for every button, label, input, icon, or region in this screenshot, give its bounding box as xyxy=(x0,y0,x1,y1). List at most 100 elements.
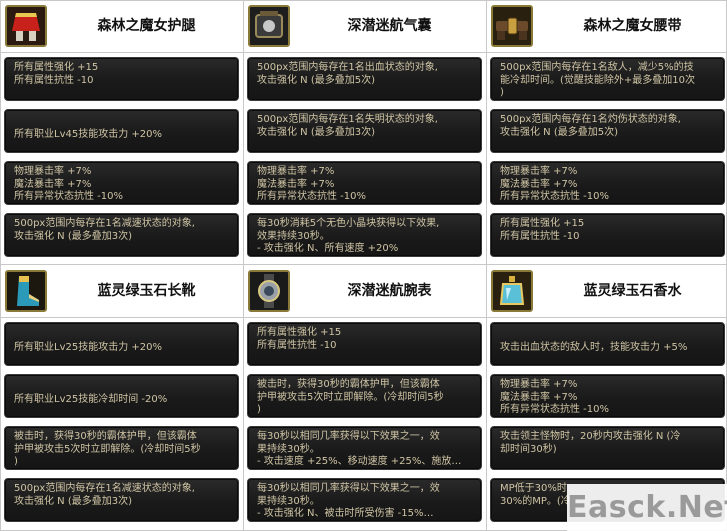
set-bonus-text: ) xyxy=(14,456,18,467)
set-bonus-panel: 被击时，获得30秒的霸体护甲，但该霸体 护甲被攻击5次时立即解除。(冷却时间5秒) xyxy=(247,374,482,418)
column-3: 森林之魔女腰带 500px范围内每存在1名敌人，减少5%的技 能冷却时间。(觉醒技能… xyxy=(487,0,727,531)
column-2: 深潜迷航气囊 500px范围内每存在1名出血状态的对象, 攻击强化 N (最多叠加5… xyxy=(244,0,485,531)
set-bonus-text: 所有属性强化 +15 xyxy=(257,327,342,338)
set-bonus-panel: 每30秒以相同几率获得以下效果之一，效 果持续30秒。 - 攻击强化 N、被击时所受… xyxy=(247,478,482,522)
item-header: 深潜迷航气囊 xyxy=(244,0,485,52)
set-bonus-row: 每30秒以相同几率获得以下效果之一，效 果持续30秒。 - 攻击速度 +25%、移动… xyxy=(244,423,485,473)
set-bonus-text: 每30秒消耗5个无色小晶块获得以下效果, xyxy=(257,218,440,229)
set-bonus-row: 500px范围内每存在1名出血状态的对象, 攻击强化 N (最多叠加5次) xyxy=(244,54,485,104)
set-bonus-text: 效果持续30秒。 xyxy=(257,230,330,242)
set-bonus-row: 物理暴击率 +7% 魔法暴击率 +7% 所有异常状态抗性 -10% xyxy=(487,371,727,421)
set-bonus-text: 所有职业Lv25技能冷却时间 -20% xyxy=(14,394,168,405)
set-bonus-row: 所有属性强化 +15 所有属性抗性 -10 xyxy=(1,54,242,104)
set-bonus-row: 500px范围内每存在1名敌人，减少5%的技 能冷却时间。(觉醒技能除外+最多叠加… xyxy=(487,54,727,104)
witch-belt-icon[interactable] xyxy=(491,5,533,47)
set-bonus-text: 所有属性强化 +15 xyxy=(14,62,99,73)
set-bonus-row: 所有职业Lv45技能攻击力 +20% xyxy=(1,106,242,156)
set-bonus-panel: 所有职业Lv45技能攻击力 +20% xyxy=(4,109,239,153)
grid-divider xyxy=(0,0,727,1)
set-bonus-panel: 500px范围内每存在1名出血状态的对象, 攻击强化 N (最多叠加5次) xyxy=(247,57,482,101)
set-bonus-panel: 所有职业Lv25技能攻击力 +20% xyxy=(4,322,239,366)
set-bonus-panel: 物理暴击率 +7% 魔法暴击率 +7% 所有异常状态抗性 -10% xyxy=(4,161,239,205)
set-bonus-row: 所有属性强化 +15 所有属性抗性 -10 xyxy=(487,210,727,260)
set-bonus-row: 被击时，获得30秒的霸体护甲，但该霸体 护甲被攻击5次时立即解除。(冷却时间5秒) xyxy=(244,371,485,421)
jade-perfume-icon[interactable] xyxy=(491,270,533,312)
set-bonus-text: 魔法暴击率 +7% xyxy=(500,391,578,403)
grid-divider xyxy=(486,0,487,531)
set-bonus-text: 攻击强化 N (最多叠加3次) xyxy=(257,126,376,138)
set-bonus-row: 500px范围内每存在1名失明状态的对象, 攻击强化 N (最多叠加3次) xyxy=(244,106,485,156)
set-bonus-text: - 攻击强化 N、被击时所受伤害 -15%… xyxy=(257,508,434,519)
item-header: 森林之魔女护腿 xyxy=(1,0,242,52)
set-bonus-panel: 所有属性强化 +15 所有属性抗性 -10 xyxy=(490,213,725,257)
grid-divider xyxy=(0,0,1,531)
set-bonus-panel: 每30秒以相同几率获得以下效果之一，效 果持续30秒。 - 攻击速度 +25%、移动… xyxy=(247,426,482,470)
jade-boots-icon[interactable] xyxy=(5,270,47,312)
set-bonus-panel: 500px范围内每存在1名失明状态的对象, 攻击强化 N (最多叠加3次) xyxy=(247,109,482,153)
set-bonus-text: 500px范围内每存在1名出血状态的对象, xyxy=(257,62,438,73)
item-header: 蓝灵绿玉石长靴 xyxy=(1,265,242,317)
set-bonus-text: 攻击强化 N (最多叠加5次) xyxy=(500,126,619,138)
set-bonus-text: 500px范围内每存在1名减速状态的对象, xyxy=(14,218,195,229)
set-bonus-text: 所有属性抗性 -10 xyxy=(500,230,580,242)
set-bonus-panel: 每30秒消耗5个无色小晶块获得以下效果, 效果持续30秒。 - 攻击强化 N、所有速… xyxy=(247,213,482,257)
set-bonus-row: 攻击领主怪物时，20秒内攻击强化 N (冷 却时间30秒) xyxy=(487,423,727,473)
grid-divider xyxy=(243,0,244,531)
set-bonus-row: 物理暴击率 +7% 魔法暴击率 +7% 所有异常状态抗性 -10% xyxy=(1,158,242,208)
set-bonus-text: 却时间30秒) xyxy=(500,443,557,455)
set-bonus-panel: 所有属性强化 +15 所有属性抗性 -10 xyxy=(4,57,239,101)
set-bonus-row: 被击时，获得30秒的霸体护甲，但该霸体 护甲被攻击5次时立即解除。(冷却时间5秒) xyxy=(1,423,242,473)
set-bonus-panel: 500px范围内每存在1名敌人，减少5%的技 能冷却时间。(觉醒技能除外+最多叠加… xyxy=(490,57,725,101)
set-bonus-panel: 物理暴击率 +7% 魔法暴击率 +7% 所有异常状态抗性 -10% xyxy=(490,161,725,205)
set-bonus-text: 魔法暴击率 +7% xyxy=(14,178,92,190)
set-bonus-text: 所有异常状态抗性 -10% xyxy=(14,191,124,202)
set-bonus-panel: 攻击出血状态的敌人时，技能攻击力 +5% xyxy=(490,322,725,366)
set-bonus-text: 魔法暴击率 +7% xyxy=(257,178,335,190)
set-bonus-row: 500px范围内每存在1名减速状态的对象, 攻击强化 N (最多叠加3次) xyxy=(1,210,242,260)
set-bonus-text: 护甲被攻击5次时立即解除。(冷却时间5秒 xyxy=(14,443,201,455)
watermark: Easck.Net xyxy=(567,484,727,531)
set-bonus-text: ) xyxy=(257,404,261,415)
set-bonus-text: 所有属性抗性 -10 xyxy=(14,74,94,86)
set-bonus-text: 物理暴击率 +7% xyxy=(14,166,92,177)
item-header: 蓝灵绿玉石香水 xyxy=(487,265,727,317)
set-bonus-panel: 500px范围内每存在1名灼伤状态的对象, 攻击强化 N (最多叠加5次) xyxy=(490,109,725,153)
set-bonus-row: 500px范围内每存在1名灼伤状态的对象, 攻击强化 N (最多叠加5次) xyxy=(487,106,727,156)
set-bonus-text: 所有职业Lv45技能攻击力 +20% xyxy=(14,129,162,140)
diving-wristwatch-icon[interactable] xyxy=(248,270,290,312)
set-bonus-text: - 攻击强化 N、所有速度 +20% xyxy=(257,243,399,254)
set-bonus-panel: 物理暴击率 +7% 魔法暴击率 +7% 所有异常状态抗性 -10% xyxy=(490,374,725,418)
set-bonus-row: 所有职业Lv25技能冷却时间 -20% xyxy=(1,371,242,421)
set-bonus-row: 每30秒消耗5个无色小晶块获得以下效果, 效果持续30秒。 - 攻击强化 N、所有速… xyxy=(244,210,485,260)
set-bonus-row: 所有属性强化 +15 所有属性抗性 -10 xyxy=(244,319,485,369)
set-bonus-text: 所有属性抗性 -10 xyxy=(257,339,337,351)
set-bonus-text: 果持续30秒。 xyxy=(257,495,320,507)
grid-divider xyxy=(0,52,727,53)
set-bonus-row: 物理暴击率 +7% 魔法暴击率 +7% 所有异常状态抗性 -10% xyxy=(244,158,485,208)
item-title: 深潜迷航腕表 xyxy=(347,283,432,299)
set-bonus-panel: 所有职业Lv25技能冷却时间 -20% xyxy=(4,374,239,418)
red-skirt-leggings-icon[interactable] xyxy=(5,5,47,47)
item-header: 深潜迷航腕表 xyxy=(244,265,485,317)
set-bonus-text: 攻击领主怪物时，20秒内攻击强化 N (冷 xyxy=(500,431,681,442)
set-bonus-panel: 被击时，获得30秒的霸体护甲，但该霸体 护甲被攻击5次时立即解除。(冷却时间5秒) xyxy=(4,426,239,470)
set-bonus-text: 所有职业Lv25技能攻击力 +20% xyxy=(14,342,162,353)
item-title: 蓝灵绿玉石长靴 xyxy=(97,283,196,299)
set-bonus-text: 攻击出血状态的敌人时，技能攻击力 +5% xyxy=(500,342,688,353)
set-bonus-text: 物理暴击率 +7% xyxy=(257,166,335,177)
set-bonus-text: 每30秒以相同几率获得以下效果之一，效 xyxy=(257,431,440,442)
set-bonus-panel: 攻击领主怪物时，20秒内攻击强化 N (冷 却时间30秒) xyxy=(490,426,725,470)
diving-airbag-icon[interactable] xyxy=(248,5,290,47)
set-bonus-panel: 500px范围内每存在1名减速状态的对象, 攻击强化 N (最多叠加3次) xyxy=(4,213,239,257)
set-bonus-text: 每30秒以相同几率获得以下效果之一，效 xyxy=(257,483,440,494)
set-bonus-text: 被击时，获得30秒的霸体护甲，但该霸体 xyxy=(14,431,197,442)
set-bonus-text: 被击时，获得30秒的霸体护甲，但该霸体 xyxy=(257,379,440,390)
item-title: 蓝灵绿玉石香水 xyxy=(583,283,682,299)
set-bonus-text: 所有异常状态抗性 -10% xyxy=(500,191,610,202)
column-1: 森林之魔女护腿所有属性强化 +15 所有属性抗性 -10 所有职业Lv45技能攻击力… xyxy=(1,0,242,531)
set-bonus-text: 500px范围内每存在1名失明状态的对象, xyxy=(257,114,438,125)
set-bonus-text: 攻击强化 N (最多叠加5次) xyxy=(257,74,376,86)
set-bonus-text: ) xyxy=(500,87,504,98)
set-bonus-text: 物理暴击率 +7% xyxy=(500,379,578,390)
set-bonus-row: 500px范围内每存在1名减速状态的对象, 攻击强化 N (最多叠加3次) xyxy=(1,475,242,525)
